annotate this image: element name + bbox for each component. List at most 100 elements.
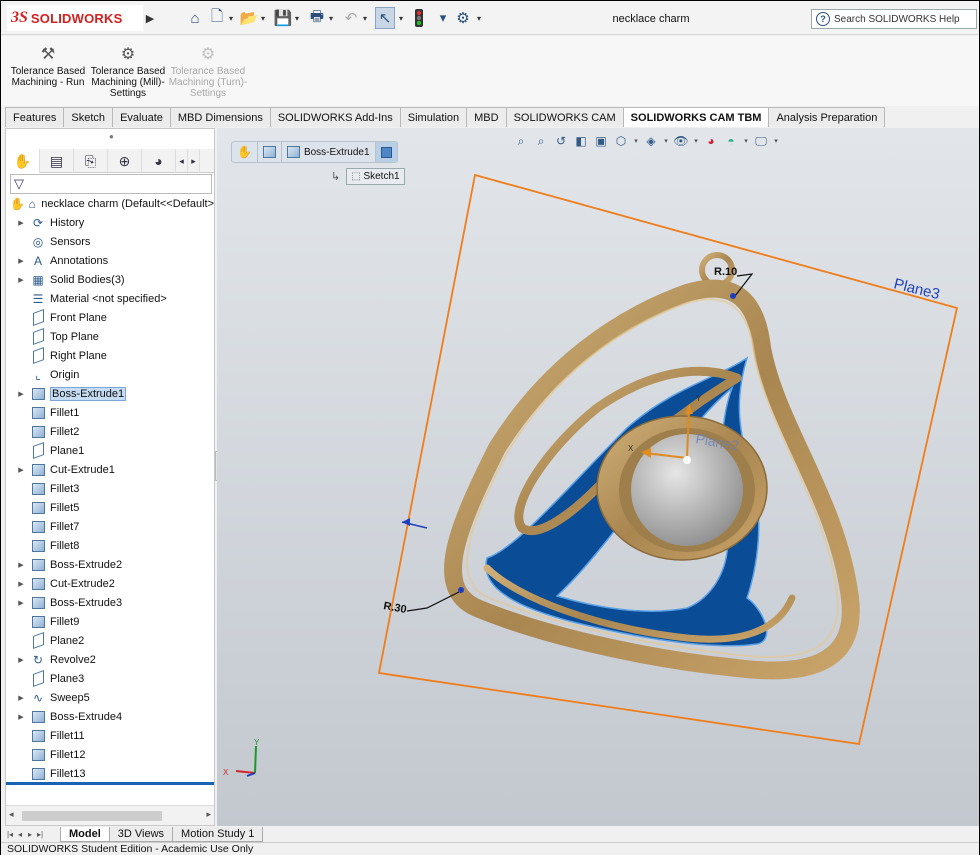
new-document-icon[interactable]: 🗋 [207,7,227,29]
hide-show-items-icon[interactable]: 👁 [671,132,691,150]
tree-item-fillet13[interactable]: Fillet13 [6,764,214,783]
scroll-left-arrow-icon[interactable]: ◂ [9,809,14,820]
tbm-turn-settings-button[interactable]: ⚙ Tolerance Based Machining (Turn)- Sett… [167,46,249,99]
tree-item-fillet12[interactable]: Fillet12 [6,745,214,764]
dimxpert-manager-tab-icon[interactable]: ⊕ [108,149,142,173]
view-settings-icon[interactable]: 🖵 [751,132,771,150]
tree-item-fillet3[interactable]: Fillet3 [6,479,214,498]
tree-item-cut-extrude1[interactable]: ▶ Cut-Extrude1 [6,460,214,479]
menu-expand-arrow-icon[interactable]: ▶ [144,9,156,27]
expand-arrow-icon[interactable]: ▶ [16,561,26,569]
sketch-item[interactable]: ⬚ Sketch1 [346,168,405,185]
tab-3d-views[interactable]: 3D Views [108,826,174,842]
tree-item-origin[interactable]: ⌞ Origin [6,365,214,384]
tab-features[interactable]: Features [5,107,65,127]
tbm-run-button[interactable]: ⚒ Tolerance Based Machining - Run [7,46,89,88]
triad-origin-point[interactable] [683,456,691,464]
tree-horizontal-scrollbar[interactable]: ◂ ▸ [6,805,214,825]
breadcrumb-face-icon[interactable] [375,142,397,162]
dimension-r30[interactable]: R.30 [382,600,407,616]
zoom-to-area-icon[interactable]: ⌕ [531,132,551,150]
expand-arrow-icon[interactable]: ▶ [16,257,26,265]
tbm-mill-settings-button[interactable]: ⚙ Tolerance Based Machining (Mill)- Sett… [87,46,169,99]
section-view-icon[interactable]: ◧ [571,132,591,150]
tab-evaluate[interactable]: Evaluate [112,107,171,127]
breadcrumb-part-icon[interactable]: ✋ [232,142,258,162]
expand-arrow-icon[interactable]: ▶ [16,599,26,607]
solidworks-logo[interactable]: 3S SOLIDWORKS [7,5,143,31]
scroll-right-arrow-icon[interactable]: ▸ [206,809,211,820]
first-tab-icon[interactable]: |◂ [5,830,15,839]
next-tab-icon[interactable]: ▸ [25,830,35,839]
save-dropdown-icon[interactable]: ▾ [293,7,301,29]
tree-item-sensors[interactable]: ◎ Sensors [6,232,214,251]
tree-item-plane3[interactable]: Plane3 [6,669,214,688]
options-gear-icon[interactable]: ⚙ [453,7,473,29]
tree-item-front-plane[interactable]: Front Plane [6,308,214,327]
rebuild-dropdown-icon[interactable]: ▾ [433,7,453,29]
dimension-r10[interactable]: R.10 [714,266,737,278]
tree-item-solid-bodies-3[interactable]: ▶ ▦ Solid Bodies(3) [6,270,214,289]
breadcrumb-boss-extrude1[interactable]: Boss-Extrude1 [282,142,376,162]
tree-item-top-plane[interactable]: Top Plane [6,327,214,346]
tree-root-part[interactable]: ✋ ⌂ necklace charm (Default<<Default> [6,194,214,213]
graphics-area[interactable]: Plane3 Plane2 Y X R.10 R.30 Y X ✋ Boss-E… [217,128,979,826]
feature-manager-tab-icon[interactable]: ✋ [6,149,40,173]
select-pointer-icon[interactable]: ↖ [375,7,395,29]
tree-item-material-not-specified[interactable]: ☰ Material <not specified> [6,289,214,308]
tab-solidworks-add-ins[interactable]: SOLIDWORKS Add-Ins [269,107,401,127]
tab-model[interactable]: Model [60,826,110,842]
edit-appearance-icon[interactable]: ◕ [701,132,721,150]
tab-sketch[interactable]: Sketch [63,107,114,127]
new-dropdown-icon[interactable]: ▾ [227,7,235,29]
breadcrumb-sketch[interactable]: ↳ ⬚ Sketch1 [331,168,405,185]
rebuild-traffic-light-icon[interactable] [409,7,429,29]
undo-dropdown-icon[interactable]: ▾ [361,7,369,29]
help-search-input[interactable]: ? Search SOLIDWORKS Help [811,9,977,29]
tree-item-plane2[interactable]: Plane2 [6,631,214,650]
print-icon[interactable]: 🖶 [307,7,327,29]
select-dropdown-icon[interactable]: ▾ [397,7,405,29]
apply-scene-icon[interactable]: ◓ [721,132,741,150]
expand-arrow-icon[interactable]: ▶ [16,580,26,588]
home-icon[interactable]: ⌂ [185,7,205,29]
dimension-r30-point[interactable] [458,587,464,593]
tree-item-right-plane[interactable]: Right Plane [6,346,214,365]
view-orientation-dropdown-icon[interactable]: ▾ [631,132,641,150]
zoom-to-fit-icon[interactable]: ⌕ [511,132,531,150]
tree-item-fillet2[interactable]: Fillet2 [6,422,214,441]
scrollbar-thumb[interactable] [22,811,162,821]
expand-arrow-icon[interactable]: ▶ [16,713,26,721]
display-style-icon[interactable]: ◈ [641,132,661,150]
rollback-bar[interactable] [6,782,214,785]
tree-item-fillet5[interactable]: Fillet5 [6,498,214,517]
configuration-manager-tab-icon[interactable]: ⎘ [74,149,108,173]
expand-arrow-icon[interactable]: ▶ [16,656,26,664]
tree-item-cut-extrude2[interactable]: ▶ Cut-Extrude2 [6,574,214,593]
tree-item-sweep5[interactable]: ▶ ∿ Sweep5 [6,688,214,707]
save-icon[interactable]: 💾 [273,7,293,29]
panel-splitter-handle[interactable]: ● [109,132,114,141]
tab-simulation[interactable]: Simulation [399,107,468,127]
property-manager-tab-icon[interactable]: ▤ [40,149,74,173]
scene-dropdown-icon[interactable]: ▾ [741,132,751,150]
tab-solidworks-cam-tbm[interactable]: SOLIDWORKS CAM TBM [622,107,770,127]
tree-item-fillet7[interactable]: Fillet7 [6,517,214,536]
tree-item-plane1[interactable]: Plane1 [6,441,214,460]
view-settings-dropdown-icon[interactable]: ▾ [771,132,781,150]
scroll-right-icon[interactable]: ▸ [188,149,200,173]
expand-arrow-icon[interactable]: ▶ [16,219,26,227]
expand-arrow-icon[interactable]: ▶ [16,466,26,474]
expand-arrow-icon[interactable]: ▶ [16,276,26,284]
tab-solidworks-cam[interactable]: SOLIDWORKS CAM [505,107,624,127]
tree-item-boss-extrude2[interactable]: ▶ Boss-Extrude2 [6,555,214,574]
open-dropdown-icon[interactable]: ▾ [259,7,267,29]
dynamic-annotation-view-icon[interactable]: ▣ [591,132,611,150]
tab-mbd-dimensions[interactable]: MBD Dimensions [169,107,271,127]
previous-view-icon[interactable]: ↺ [551,132,571,150]
expand-arrow-icon[interactable]: ▶ [16,390,26,398]
display-manager-tab-icon[interactable]: ◕ [142,149,176,173]
tree-item-revolve2[interactable]: ▶ ↻ Revolve2 [6,650,214,669]
tree-item-history[interactable]: ▶ ⟳ History [6,213,214,232]
expand-arrow-icon[interactable]: ▶ [16,694,26,702]
